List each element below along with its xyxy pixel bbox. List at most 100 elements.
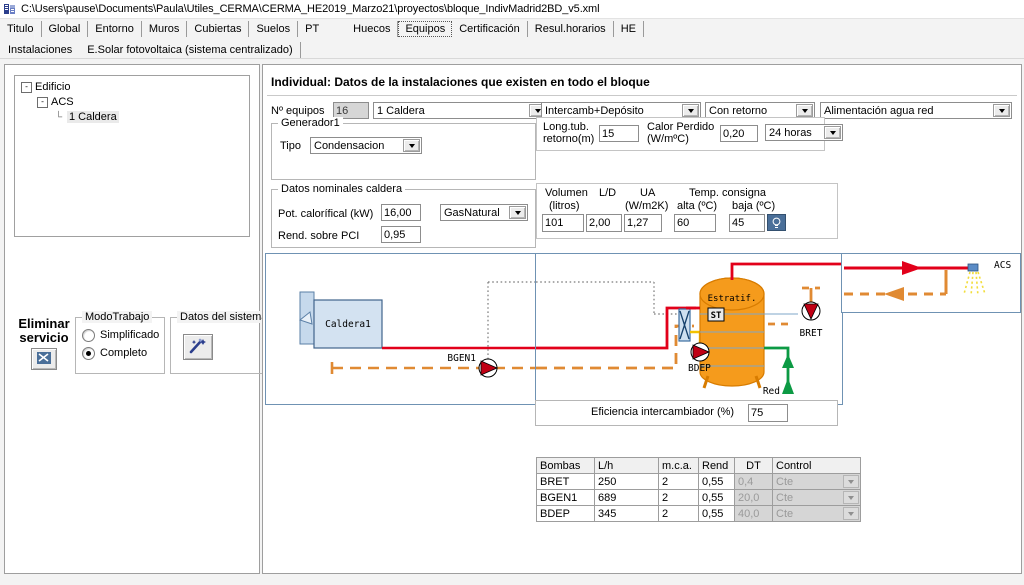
pumps-table: Bombas L/h m.c.a. Rend DT Control BRET 2… xyxy=(536,457,861,522)
cell-lh[interactable]: 689 xyxy=(594,489,659,506)
combo-alimentacion[interactable]: Alimentación agua red xyxy=(820,102,1012,119)
combo-combustible-value: GasNatural xyxy=(444,207,500,219)
tab-he[interactable]: HE xyxy=(614,21,644,37)
chevron-down-icon[interactable] xyxy=(843,491,859,504)
table-row[interactable]: BGEN1 689 2 0,55 20,0 Cte xyxy=(536,489,861,506)
cell-control[interactable]: Cte xyxy=(772,473,861,490)
radio-simplificado[interactable]: Simplificado xyxy=(82,326,164,344)
cell-mca[interactable]: 2 xyxy=(658,505,699,522)
chevron-down-icon[interactable] xyxy=(509,206,526,219)
ld-label: L/D xyxy=(599,187,617,199)
combo-equipos[interactable]: 1 Caldera xyxy=(373,102,548,119)
radio-completo[interactable]: Completo xyxy=(82,344,164,362)
tab-esolar-fotovoltaica[interactable]: E.Solar fotovoltaica (sistema centraliza… xyxy=(80,42,301,59)
chevron-down-icon[interactable] xyxy=(682,104,699,117)
chevron-down-icon[interactable] xyxy=(796,104,813,117)
expander-icon[interactable]: - xyxy=(21,82,32,93)
lightbulb-icon xyxy=(767,214,786,231)
cell-lh[interactable]: 345 xyxy=(594,505,659,522)
tree-node-caldera[interactable]: └ 1 Caldera xyxy=(15,110,249,125)
combo-tipo-generador[interactable]: Condensacion xyxy=(310,137,422,154)
temp-alta-label: alta (ºC) xyxy=(677,200,718,212)
document-path: C:\Users\pause\Documents\Paula\Utiles_CE… xyxy=(21,3,600,15)
calor-perdido-label-2: (W/mºC) xyxy=(647,133,689,145)
eficiencia-label: Eficiencia intercambiador (%) xyxy=(591,406,735,418)
chevron-down-icon[interactable] xyxy=(993,104,1010,117)
cell-lh[interactable]: 250 xyxy=(594,473,659,490)
calor-perdido-field[interactable]: 0,20 xyxy=(720,125,758,142)
cell-rend[interactable]: 0,55 xyxy=(698,489,735,506)
combo-alimentacion-value: Alimentación agua red xyxy=(824,105,934,117)
temp-alta-field[interactable]: 60 xyxy=(674,214,716,232)
tank-diagram-svg: Estratif. ST BDEP BRET Red xyxy=(536,262,842,397)
tab-huecos[interactable]: Huecos xyxy=(346,21,399,37)
combo-combustible[interactable]: GasNatural xyxy=(440,204,528,221)
tab-instalaciones[interactable]: Instalaciones xyxy=(0,42,80,59)
tab-certificacion[interactable]: Certificación xyxy=(452,21,528,37)
cell-control[interactable]: Cte xyxy=(772,489,861,506)
temp-baja-field[interactable]: 45 xyxy=(729,214,765,232)
svg-text:ST: ST xyxy=(711,311,722,321)
svg-text:Red: Red xyxy=(763,386,780,397)
cell-control-value: Cte xyxy=(776,491,794,504)
long-tub-field[interactable]: 15 xyxy=(599,125,639,142)
tree-leaf-icon: └ xyxy=(55,112,63,123)
cell-dt: 0,4 xyxy=(734,473,773,490)
datos-sistema-title: Datos del sistema xyxy=(177,311,271,323)
tab-resul-horarios[interactable]: Resul.horarios xyxy=(528,21,614,37)
tab-entorno[interactable]: Entorno xyxy=(88,21,142,37)
th-bombas: Bombas xyxy=(536,457,595,474)
tab-titulo[interactable]: Titulo xyxy=(0,21,42,37)
chevron-down-icon[interactable] xyxy=(843,475,859,488)
eficiencia-field[interactable]: 75 xyxy=(748,404,788,422)
eliminar-servicio-button[interactable] xyxy=(31,348,57,370)
tab-suelos[interactable]: Suelos xyxy=(249,21,299,37)
chevron-down-icon[interactable] xyxy=(403,139,420,152)
svg-text:BRET: BRET xyxy=(800,328,823,339)
radio-icon-selected xyxy=(82,346,95,360)
datos-sistema-button[interactable] xyxy=(183,334,213,360)
combo-horas[interactable]: 24 horas xyxy=(765,124,843,141)
long-tub-label-2: retorno(m) xyxy=(543,133,595,145)
radio-completo-label: Completo xyxy=(100,347,148,359)
radio-simplificado-label: Simplificado xyxy=(100,329,160,341)
temp-hint-button[interactable] xyxy=(767,214,786,232)
chevron-down-icon[interactable] xyxy=(824,126,841,139)
chevron-down-icon[interactable] xyxy=(843,507,859,520)
tab-global[interactable]: Global xyxy=(42,21,89,37)
pot-calorifica-label: Pot. calorífical (kW) xyxy=(278,208,374,220)
tab-equipos[interactable]: Equipos xyxy=(398,21,453,37)
cell-rend[interactable]: 0,55 xyxy=(698,473,735,490)
radio-icon xyxy=(82,328,95,342)
ua-field[interactable]: 1,27 xyxy=(624,214,662,232)
sub-tab-bar: Instalaciones E.Solar fotovoltaica (sist… xyxy=(0,40,1024,59)
combo-retorno-value: Con retorno xyxy=(709,105,768,117)
tab-pt[interactable]: PT xyxy=(298,21,326,37)
deposito-group: Volumen (litros) L/D UA (W/m2K) Temp. co… xyxy=(536,183,838,239)
ld-field[interactable]: 2,00 xyxy=(586,214,622,232)
svg-text:BDEP: BDEP xyxy=(688,363,711,374)
cell-dt: 40,0 xyxy=(734,505,773,522)
pot-calorifica-field[interactable]: 16,00 xyxy=(381,204,421,221)
tree-node-edificio[interactable]: - Edificio xyxy=(15,76,249,95)
tab-cubiertas[interactable]: Cubiertas xyxy=(187,21,250,37)
equipment-tree[interactable]: - Edificio - ACS └ 1 Caldera xyxy=(14,75,250,237)
main-panel: Individual: Datos de la instalaciones qu… xyxy=(262,64,1022,574)
cell-mca[interactable]: 2 xyxy=(658,473,699,490)
tab-muros[interactable]: Muros xyxy=(142,21,188,37)
panel-title: Individual: Datos de la instalaciones qu… xyxy=(271,75,650,89)
cell-rend[interactable]: 0,55 xyxy=(698,505,735,522)
table-row[interactable]: BDEP 345 2 0,55 40,0 Cte xyxy=(536,505,861,522)
volumen-field[interactable]: 101 xyxy=(542,214,584,232)
cell-mca[interactable]: 2 xyxy=(658,489,699,506)
rend-pci-field[interactable]: 0,95 xyxy=(381,226,421,243)
cell-control[interactable]: Cte xyxy=(772,505,861,522)
expander-icon[interactable]: - xyxy=(37,97,48,108)
svg-text:ACS: ACS xyxy=(994,260,1011,271)
svg-text:Estratif.: Estratif. xyxy=(708,294,757,304)
tree-node-acs[interactable]: - ACS xyxy=(15,95,249,110)
application-window: C:\Users\pause\Documents\Paula\Utiles_CE… xyxy=(0,0,1024,585)
tree-label-caldera: 1 Caldera xyxy=(67,111,119,124)
table-row[interactable]: BRET 250 2 0,55 0,4 Cte xyxy=(536,473,861,490)
cell-dt: 20,0 xyxy=(734,489,773,506)
